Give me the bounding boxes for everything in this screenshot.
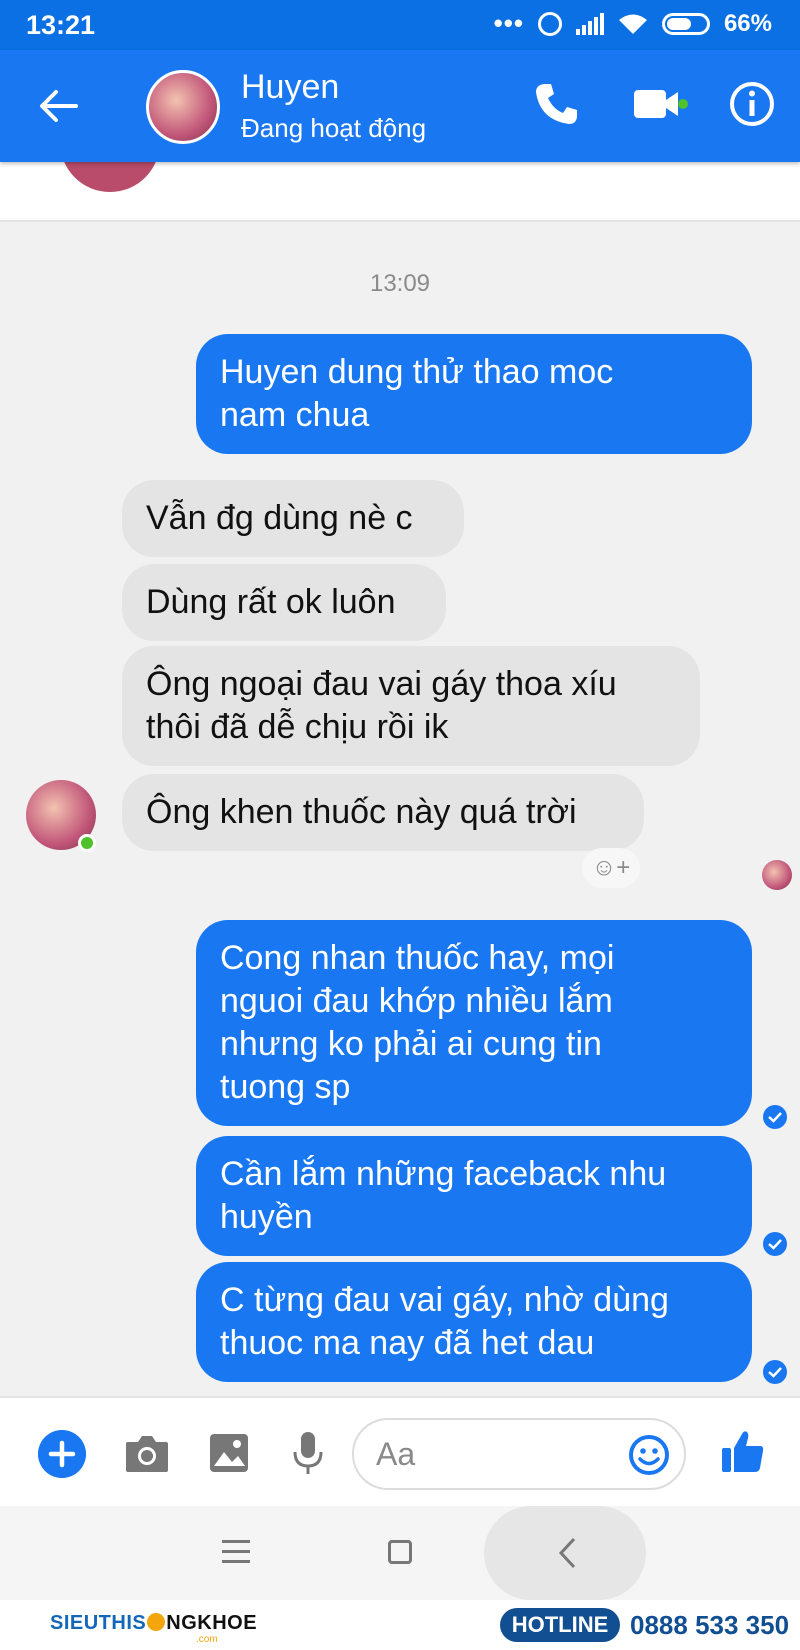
battery-icon [661,12,710,35]
message-timestamp: 13:09 [369,270,431,297]
online-indicator [78,834,96,852]
read-receipt-check-icon [763,1232,787,1256]
hotline-number[interactable]: 0888 533 350 [630,1608,789,1642]
emoji-icon[interactable] [628,1434,670,1476]
incoming-message[interactable]: Ông ngoại đau vai gáy thoa xíu thôi đã d… [122,646,700,766]
wifi-icon [618,14,647,34]
message-composer [0,1396,800,1506]
status-time: 13:21 [26,10,96,40]
recent-apps-icon[interactable] [222,1540,250,1566]
brand-plus-icon [147,1613,166,1631]
read-receipt-check-icon [763,1105,787,1129]
contact-status: Đang hoạt động [241,113,427,143]
brand-logo: SIEUTHIS NGKHOE [50,1612,258,1634]
home-icon[interactable] [388,1540,412,1564]
phone-icon[interactable] [532,80,580,128]
nav-back-icon[interactable] [556,1536,578,1570]
outgoing-message[interactable]: Cong nhan thuốc hay, mọi nguoi đau khớp … [196,920,752,1126]
plus-icon[interactable] [38,1430,86,1478]
chat-header: Huyen Đang hoạt động [0,50,800,162]
seen-by-avatar [762,860,792,890]
read-receipt-check-icon [763,1360,787,1384]
camera-icon[interactable] [124,1432,170,1474]
more-notifications-icon: ••• [493,8,524,38]
outgoing-message[interactable]: Huyen dung thử thao moc nam chua [196,334,752,454]
status-icons: ••• 66% [494,8,772,39]
add-reaction-button[interactable]: ☺+ [582,848,640,888]
thumbs-up-icon[interactable] [720,1428,766,1474]
footer-banner: SIEUTHIS NGKHOE .com HOTLINE 0888 533 350 [0,1600,800,1650]
image-icon[interactable] [208,1432,250,1474]
brand-domain: .com [196,1634,218,1645]
incoming-message[interactable]: Ông khen thuốc này quá trời [122,774,644,851]
outgoing-message[interactable]: C từng đau vai gáy, nhờ dùng thuoc ma na… [196,1262,752,1382]
incoming-message[interactable]: Dùng rất ok luôn [122,564,446,641]
status-bar: 13:21 ••• 66% [0,0,800,50]
signal-icon [575,12,604,35]
alarm-icon [537,11,562,36]
battery-percent: 66% [723,9,772,37]
contact-name[interactable]: Huyen [241,68,339,107]
info-icon[interactable] [728,80,776,128]
incoming-message[interactable]: Vẫn đg dùng nè c [122,480,464,557]
contact-avatar[interactable] [146,70,220,144]
back-arrow-icon[interactable] [36,84,80,128]
outgoing-message[interactable]: Cần lắm những faceback nhu huyền [196,1136,752,1256]
system-navigation-bar [0,1506,800,1600]
video-camera-icon[interactable] [632,86,688,122]
microphone-icon[interactable] [292,1430,324,1476]
hotline-label: HOTLINE [500,1608,620,1642]
